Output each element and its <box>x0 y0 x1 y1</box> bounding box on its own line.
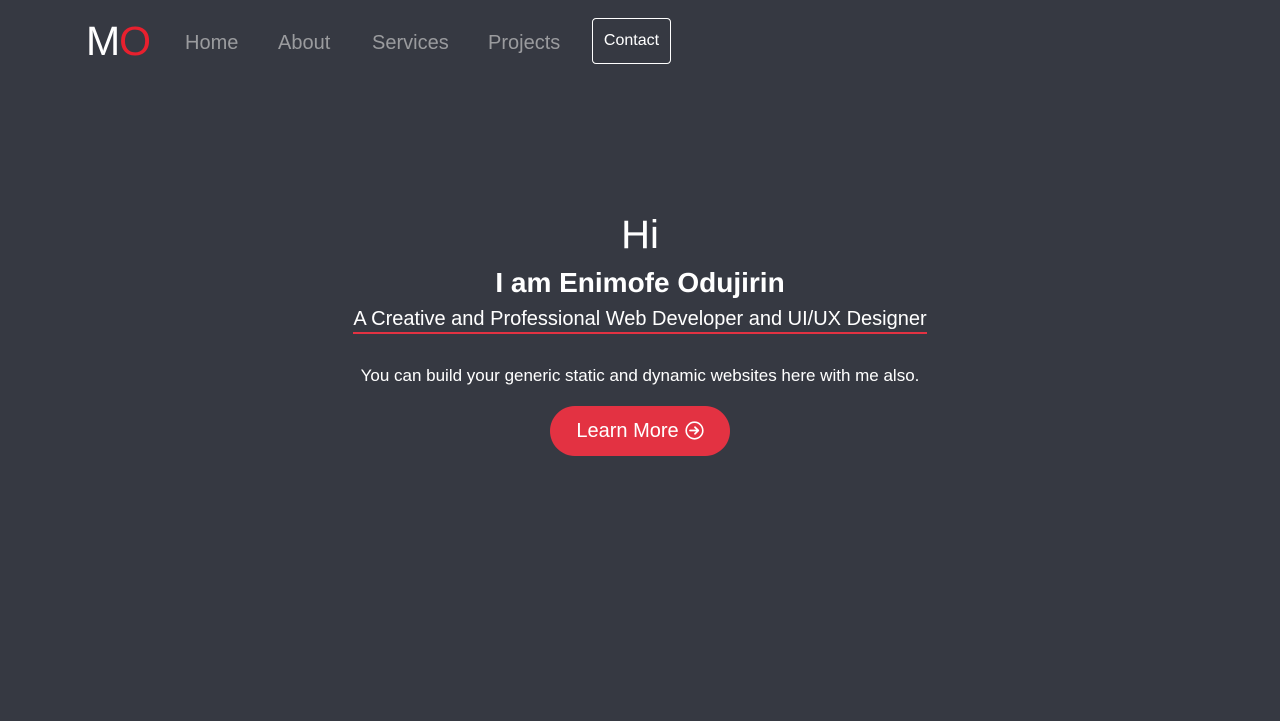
arrow-circle-right-icon <box>685 420 704 440</box>
logo-letter-m: M <box>86 18 120 64</box>
hero-name: I am Enimofe Odujirin <box>495 267 785 298</box>
nav-link-home[interactable]: Home <box>185 29 238 57</box>
logo[interactable]: MO <box>86 18 151 64</box>
nav-link-about[interactable]: About <box>278 29 330 57</box>
navbar: MO Home About Services Projects Contact <box>0 0 1280 84</box>
contact-button[interactable]: Contact <box>592 18 671 64</box>
hero-tagline: A Creative and Professional Web Develope… <box>353 306 927 334</box>
hero-description: You can build your generic static and dy… <box>360 366 920 385</box>
nav-link-services[interactable]: Services <box>372 29 449 57</box>
logo-letter-o: O <box>119 18 151 64</box>
nav-link-projects[interactable]: Projects <box>488 29 560 57</box>
learn-more-label: Learn More <box>576 420 679 442</box>
hero-greeting: Hi <box>621 213 659 257</box>
learn-more-button[interactable]: Learn More <box>550 406 730 456</box>
hero-tagline-container: A Creative and Professional Web Develope… <box>0 306 1280 334</box>
